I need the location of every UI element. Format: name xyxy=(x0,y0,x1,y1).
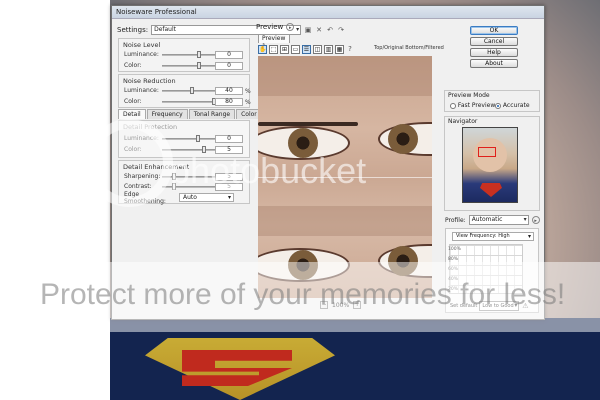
help-button[interactable]: Help xyxy=(470,48,518,57)
noise-reduction-group: Noise Reduction Luminance: 40 % Color: 8… xyxy=(118,74,251,108)
graph-level-100: 100% xyxy=(448,247,461,252)
tab-tonal-range[interactable]: Tonal Range xyxy=(188,109,236,119)
noise-level-luminance-label: Luminance: xyxy=(124,51,159,58)
slider-thumb[interactable] xyxy=(197,50,201,58)
accurate-radio[interactable] xyxy=(495,102,501,109)
preview-header: Preview ▸ xyxy=(256,22,436,32)
noise-level-title: Noise Level xyxy=(123,41,161,49)
ok-button[interactable]: OK xyxy=(470,26,518,35)
slider-thumb[interactable] xyxy=(197,61,201,69)
eye-top-right xyxy=(378,122,432,156)
preview-label: Preview xyxy=(256,23,284,31)
noise-reduction-luminance-unit: % xyxy=(245,88,251,95)
preview-mode-label: Top/Original Bottom/Filtered xyxy=(374,45,444,51)
window-titlebar: Noiseware Professional xyxy=(112,6,544,19)
side-by-side-icon[interactable]: ▥ xyxy=(324,44,333,54)
watermark-text: photobucket xyxy=(170,150,367,191)
cancel-button[interactable]: Cancel xyxy=(470,37,518,46)
noise-reduction-luminance-value[interactable]: 40 xyxy=(215,87,243,95)
hand-tool-icon[interactable]: ✋ xyxy=(258,44,267,54)
fast-preview-radio[interactable] xyxy=(450,102,456,109)
accurate-label: Accurate xyxy=(502,102,530,109)
slider-thumb[interactable] xyxy=(190,86,194,94)
split-vertical-icon[interactable]: ◫ xyxy=(313,44,322,54)
edge-smoothening-value: Auto xyxy=(183,194,197,201)
navigator-viewport-rect[interactable] xyxy=(478,147,496,157)
view-frequency-select[interactable]: View Frequency: High xyxy=(452,232,534,241)
lash-top xyxy=(258,122,358,126)
edge-smoothening-select[interactable]: Auto xyxy=(179,193,234,202)
profile-row: Profile: Automatic ▸ xyxy=(445,215,541,225)
navigator-logo xyxy=(480,183,502,197)
detail-protection-luminance-value[interactable]: 0 xyxy=(215,135,243,143)
preview-tab[interactable]: Preview 1 xyxy=(258,34,290,50)
marquee-tool-icon[interactable]: ⬚ xyxy=(269,44,278,54)
single-view-icon[interactable]: ▭ xyxy=(291,44,300,54)
view-frequency-value: View Frequency: High xyxy=(456,233,510,239)
noise-level-color-label: Color: xyxy=(124,62,142,69)
noise-reduction-color-value[interactable]: 80 xyxy=(215,98,243,106)
iris xyxy=(388,124,418,154)
noise-level-luminance-value[interactable]: 0 xyxy=(215,51,243,59)
noise-reduction-luminance-label: Luminance: xyxy=(124,87,159,94)
noise-reduction-color-label: Color: xyxy=(124,98,142,105)
noise-reduction-title: Noise Reduction xyxy=(123,77,176,85)
brow-shade xyxy=(258,56,432,96)
noise-level-color-value[interactable]: 0 xyxy=(215,62,243,70)
navigator-title: Navigator xyxy=(448,118,478,125)
profile-menu-icon[interactable]: ▸ xyxy=(531,216,540,224)
grid-view-icon[interactable]: ▦ xyxy=(335,44,344,54)
slider-thumb[interactable] xyxy=(196,134,200,142)
about-button[interactable]: About xyxy=(470,59,518,68)
fast-preview-option[interactable]: Fast Preview xyxy=(450,102,495,109)
background-left-panel xyxy=(0,0,110,400)
settings-label: Settings: xyxy=(117,26,149,34)
fast-preview-label: Fast Preview xyxy=(457,102,496,109)
settings-value: Default xyxy=(154,26,177,33)
profile-label: Profile: xyxy=(445,216,466,224)
accurate-option[interactable]: Accurate xyxy=(495,102,530,109)
noise-reduction-color-unit: % xyxy=(245,99,251,106)
profile-value: Automatic xyxy=(471,216,503,223)
watermark-band-text: Protect more of your memories for less! xyxy=(40,278,566,311)
preview-menu-icon[interactable]: ▸ xyxy=(286,23,295,31)
watermark-logo-circle xyxy=(85,119,173,207)
picker-tool-icon[interactable]: ⊞ xyxy=(280,44,289,54)
preview-mode-group: Preview Mode Fast Preview Accurate xyxy=(444,90,540,112)
split-horizontal-icon[interactable]: ☰ xyxy=(302,44,311,54)
noise-level-group: Noise Level Luminance: 0 Color: 0 xyxy=(118,38,250,72)
tab-detail[interactable]: Detail xyxy=(118,109,146,119)
brow-shade-bottom xyxy=(258,206,432,236)
navigator-thumbnail[interactable] xyxy=(462,127,518,203)
preview-help-icon[interactable]: ? xyxy=(346,45,354,53)
preview-mode-title: Preview Mode xyxy=(448,92,490,99)
tab-frequency[interactable]: Frequency xyxy=(146,109,188,119)
profile-select[interactable]: Automatic xyxy=(468,215,529,225)
